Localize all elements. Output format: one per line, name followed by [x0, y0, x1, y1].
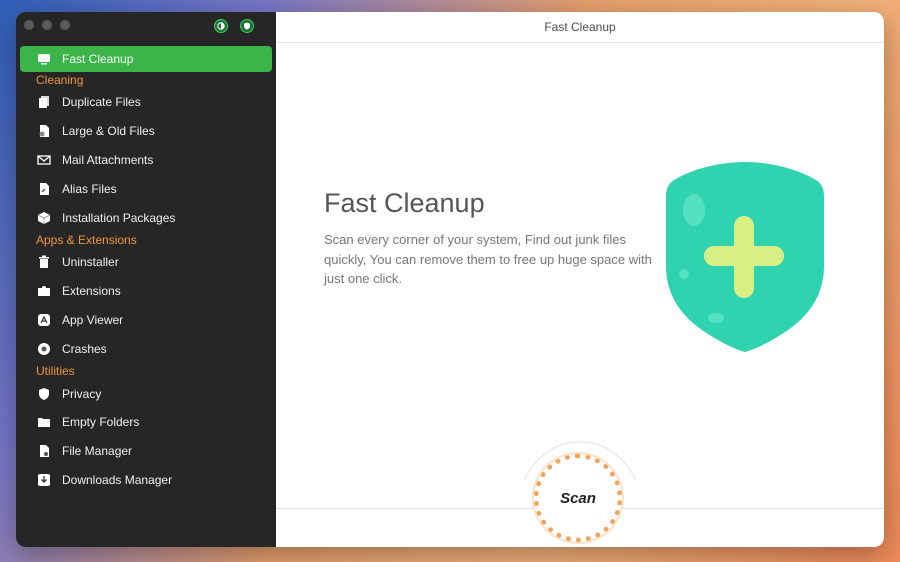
shield-status-icon[interactable] — [240, 19, 254, 33]
sidebar-item-label: Large & Old Files — [62, 124, 155, 139]
file-manager-icon — [37, 444, 51, 458]
sidebar-item-mail-attachments[interactable]: Mail Attachments — [20, 146, 272, 175]
sidebar-section-header: Utilities — [36, 364, 75, 379]
hero-title: Fast Cleanup — [324, 188, 485, 218]
scan-area: Scan — [524, 440, 636, 547]
sidebar-item-label: Privacy — [62, 386, 102, 401]
sidebar-section-header: Cleaning — [36, 73, 84, 87]
sidebar-item-file-manager[interactable]: File Manager — [20, 437, 272, 466]
sidebar-item-uninstaller[interactable]: Uninstaller — [20, 248, 272, 277]
sidebar-item-label: Duplicate Files — [62, 95, 141, 110]
sidebar-top-icons — [214, 19, 254, 33]
sidebar-item-app-viewer[interactable]: App Viewer — [20, 306, 272, 335]
main-panel: Fast Cleanup Fast Cleanup Scan every cor… — [276, 12, 884, 547]
scan-button[interactable]: Scan — [534, 454, 622, 542]
sidebar-item-large-old-files[interactable]: Large & Old Files — [20, 117, 272, 146]
window-controls — [24, 20, 70, 30]
minimize-window-button[interactable] — [42, 20, 52, 30]
sidebar-item-duplicate-files[interactable]: Duplicate Files — [20, 88, 272, 117]
sidebar-item-empty-folders[interactable]: Empty Folders — [20, 408, 272, 437]
sidebar-item-label: Downloads Manager — [62, 472, 173, 487]
monitor-icon — [37, 52, 51, 66]
sidebar-item-label: Fast Cleanup — [62, 52, 134, 66]
sidebar-item-alias-files[interactable]: Alias Files — [20, 174, 272, 203]
close-window-button[interactable] — [24, 20, 34, 30]
sidebar-item-label: File Manager — [62, 444, 133, 459]
sidebar-item-crashes[interactable]: Crashes — [20, 334, 272, 363]
sidebar-item-label: Uninstaller — [62, 255, 119, 270]
sidebar-nav: Fast Cleanup Cleaning Duplicate Files Large… — [20, 46, 272, 494]
sidebar-item-label: Crashes — [62, 341, 107, 356]
sidebar-item-label: Extensions — [62, 284, 121, 299]
app-store-icon — [37, 313, 51, 327]
window-title: Fast Cleanup — [276, 12, 884, 43]
large-files-icon — [37, 124, 51, 138]
sidebar-item-installation-packages[interactable]: Installation Packages — [20, 203, 272, 232]
sidebar-item-fast-cleanup[interactable]: Fast Cleanup — [20, 46, 272, 72]
download-icon — [37, 473, 51, 487]
zoom-window-button[interactable] — [60, 20, 70, 30]
hero-description: Scan every corner of your system, Find o… — [324, 232, 652, 286]
duplicate-files-icon — [37, 95, 51, 109]
package-icon — [37, 211, 51, 225]
sidebar-section-header: Apps & Extensions — [36, 232, 137, 247]
folder-icon — [37, 415, 51, 429]
sidebar-item-label: Mail Attachments — [62, 152, 154, 167]
contrast-toggle-icon[interactable] — [214, 19, 228, 33]
sidebar-item-label: Empty Folders — [62, 415, 140, 430]
sidebar: Fast Cleanup Cleaning Duplicate Files Large… — [16, 12, 276, 547]
app-window: Fast Cleanup Cleaning Duplicate Files Large… — [16, 12, 884, 547]
puzzle-icon — [37, 284, 51, 298]
trash-icon — [37, 255, 51, 269]
sidebar-item-label: App Viewer — [62, 312, 124, 327]
mail-icon — [37, 153, 51, 167]
crash-icon — [37, 342, 51, 356]
shield-plus-icon — [666, 162, 824, 352]
sidebar-item-label: Installation Packages — [62, 210, 176, 225]
privacy-shield-icon — [37, 387, 51, 401]
sidebar-item-downloads-manager[interactable]: Downloads Manager — [20, 466, 272, 495]
alias-files-icon — [37, 182, 51, 196]
sidebar-item-privacy[interactable]: Privacy — [20, 379, 272, 408]
sidebar-item-label: Alias Files — [62, 181, 117, 196]
sidebar-item-extensions[interactable]: Extensions — [20, 277, 272, 306]
